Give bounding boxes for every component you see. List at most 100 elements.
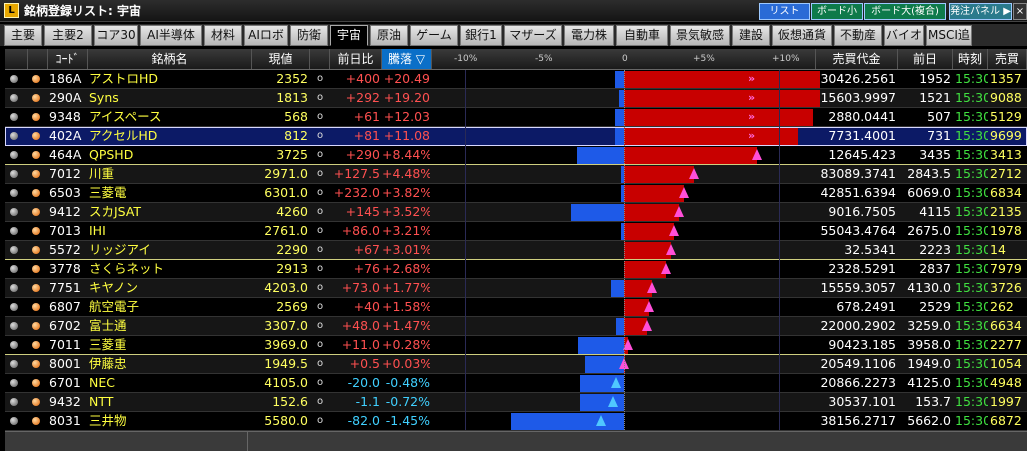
flag-icon[interactable] (10, 417, 18, 425)
order-icon[interactable] (32, 322, 40, 330)
order-icon[interactable] (32, 151, 40, 159)
table-row[interactable]: 290A Syns 1813 o +292 +19.20 » 15603.999… (5, 89, 1027, 108)
flag-icon[interactable] (10, 284, 18, 292)
flag-icon[interactable] (10, 132, 18, 140)
board-small-button[interactable]: ボード小 (811, 3, 863, 20)
cell-name[interactable]: 富士通 (89, 317, 249, 335)
order-icon[interactable] (32, 284, 40, 292)
tab-1[interactable]: 主要2 (44, 25, 92, 46)
cell-name[interactable]: キヤノン (89, 279, 249, 297)
order-icon[interactable] (32, 170, 40, 178)
flag-icon[interactable] (10, 379, 18, 387)
cell-name[interactable]: アストロHD (89, 70, 249, 88)
flag-icon[interactable] (10, 227, 18, 235)
order-icon[interactable] (32, 208, 40, 216)
order-icon[interactable] (32, 189, 40, 197)
table-row[interactable]: 6503 三菱電 6301.0 o +232.0 +3.82% 42851.63… (5, 184, 1027, 203)
order-panel-button[interactable]: 発注パネル ▶ (949, 3, 1012, 20)
header-prev-close[interactable]: 前日 (898, 49, 953, 69)
tab-13[interactable]: 自動車 (616, 25, 668, 46)
board-large-button[interactable]: ボード大(複合) (864, 3, 946, 20)
cell-name[interactable]: IHI (89, 222, 249, 240)
flag-icon[interactable] (10, 151, 18, 159)
flag-icon[interactable] (10, 303, 18, 311)
table-row[interactable]: 5572 リッジアイ 2290 o +67 +3.01% 32.5341 222… (5, 241, 1027, 260)
order-icon[interactable] (32, 132, 40, 140)
cell-name[interactable]: 伊藤忠 (89, 355, 249, 373)
header-price[interactable]: 現値 (252, 49, 310, 69)
header-volume[interactable]: 売買 (988, 49, 1027, 69)
order-icon[interactable] (32, 113, 40, 121)
cell-name[interactable]: スカJSAT (89, 203, 249, 221)
table-row[interactable]: 9412 スカJSAT 4260 o +145 +3.52% 9016.7505… (5, 203, 1027, 222)
flag-icon[interactable] (10, 246, 18, 254)
table-row[interactable]: 8001 伊藤忠 1949.5 o +0.5 +0.03% 20549.1106… (5, 355, 1027, 374)
table-row[interactable]: 3778 さくらネット 2913 o +76 +2.68% 2328.5291 … (5, 260, 1027, 279)
tab-2[interactable]: コア30 (94, 25, 138, 46)
flag-icon[interactable] (10, 322, 18, 330)
table-row[interactable]: 9348 アイスペース 568 o +61 +12.03 » 2880.0441… (5, 108, 1027, 127)
order-icon[interactable] (32, 303, 40, 311)
tab-6[interactable]: 防衛 (290, 25, 328, 46)
order-icon[interactable] (32, 94, 40, 102)
table-row[interactable]: 6702 富士通 3307.0 o +48.0 +1.47% 22000.290… (5, 317, 1027, 336)
flag-icon[interactable] (10, 265, 18, 273)
flag-icon[interactable] (10, 75, 18, 83)
cell-name[interactable]: 三菱電 (89, 184, 249, 202)
table-row[interactable]: 186A アストロHD 2352 o +400 +20.49 » 30426.2… (5, 70, 1027, 89)
flag-icon[interactable] (10, 398, 18, 406)
flag-icon[interactable] (10, 341, 18, 349)
cell-name[interactable]: リッジアイ (89, 241, 249, 259)
table-row[interactable]: 6701 NEC 4105.0 o -20.0 -0.48% 20866.227… (5, 374, 1027, 393)
order-icon[interactable] (32, 417, 40, 425)
order-icon[interactable] (32, 246, 40, 254)
cell-name[interactable]: 三井物 (89, 412, 249, 430)
tab-0[interactable]: 主要 (4, 25, 42, 46)
table-row[interactable]: 464A QPSHD 3725 o +290 +8.44% 12645.423 … (5, 146, 1027, 165)
flag-icon[interactable] (10, 189, 18, 197)
order-icon[interactable] (32, 265, 40, 273)
order-icon[interactable] (32, 341, 40, 349)
cell-name[interactable]: 航空電子 (89, 298, 249, 316)
tab-3[interactable]: AI半導体 (140, 25, 202, 46)
tab-17[interactable]: 不動産 (834, 25, 882, 46)
cell-name[interactable]: NTT (89, 393, 249, 411)
table-row[interactable]: 7013 IHI 2761.0 o +86.0 +3.21% 55043.476… (5, 222, 1027, 241)
cell-name[interactable]: Syns (89, 89, 249, 107)
tab-16[interactable]: 仮想通貨 (772, 25, 832, 46)
header-code[interactable]: ｺｰﾄﾞ (48, 49, 88, 69)
tab-5[interactable]: AIロボ (244, 25, 288, 46)
tab-19[interactable]: MSCI追 (926, 25, 972, 46)
table-row[interactable]: 6807 航空電子 2569 o +40 +1.58% 678.2491 252… (5, 298, 1027, 317)
tab-9[interactable]: ゲーム (410, 25, 458, 46)
cell-name[interactable]: 三菱重 (89, 336, 249, 354)
order-icon[interactable] (32, 398, 40, 406)
cell-name[interactable]: QPSHD (89, 146, 249, 164)
table-row[interactable]: 7751 キヤノン 4203.0 o +73.0 +1.77% 15559.30… (5, 279, 1027, 298)
cell-name[interactable]: アクセルHD (89, 127, 249, 145)
tab-12[interactable]: 電力株 (564, 25, 614, 46)
cell-name[interactable]: 川重 (89, 165, 249, 183)
tab-18[interactable]: バイオ (884, 25, 924, 46)
flag-icon[interactable] (10, 170, 18, 178)
tab-14[interactable]: 景気敏感 (670, 25, 730, 46)
header-rate-sorted[interactable]: 騰落 ▽ (382, 49, 432, 69)
flag-icon[interactable] (10, 113, 18, 121)
order-icon[interactable] (32, 75, 40, 83)
tab-10[interactable]: 銀行1 (460, 25, 502, 46)
list-view-button[interactable]: リスト (759, 3, 810, 20)
tab-7[interactable]: 宇宙 (330, 25, 368, 46)
table-row[interactable]: 402A アクセルHD 812 o +81 +11.08 » 7731.4001… (5, 127, 1027, 146)
flag-icon[interactable] (10, 208, 18, 216)
table-row[interactable]: 7011 三菱重 3969.0 o +11.0 +0.28% 90423.185… (5, 336, 1027, 355)
tab-4[interactable]: 材料 (204, 25, 242, 46)
header-turnover[interactable]: 売買代金 (816, 49, 898, 69)
cell-name[interactable]: アイスペース (89, 108, 249, 126)
table-row[interactable]: 9432 NTT 152.6 o -1.1 -0.72% 30537.101 1… (5, 393, 1027, 412)
flag-icon[interactable] (10, 94, 18, 102)
order-icon[interactable] (32, 360, 40, 368)
order-icon[interactable] (32, 379, 40, 387)
close-icon[interactable]: × (1013, 3, 1027, 20)
header-name[interactable]: 銘柄名 (88, 49, 252, 69)
tab-11[interactable]: マザーズ (504, 25, 562, 46)
